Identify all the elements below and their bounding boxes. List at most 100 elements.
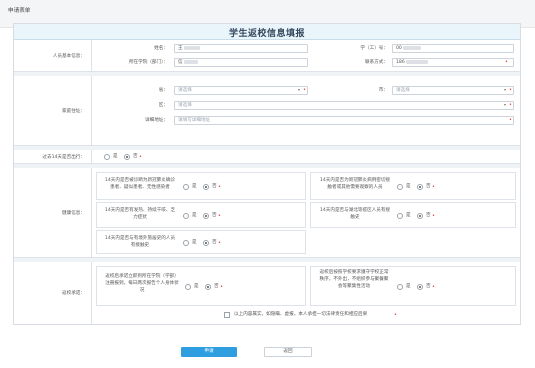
district-select[interactable]: 请选择	[174, 101, 514, 110]
travel-yes-label: 是	[113, 154, 118, 159]
travel-required-mark: •	[139, 154, 142, 160]
r2-yes-label: 是	[406, 284, 411, 289]
q1-yes-radio[interactable]	[183, 184, 189, 190]
travel-no-radio[interactable]	[124, 154, 130, 160]
health-question-1: 14天内是否被诊断为新冠肺炎确诊患者、疑似患者、无性感染者 是 否 •	[96, 172, 306, 200]
submit-button[interactable]: 申请	[181, 347, 237, 357]
return-commitment-label: 返校承诺：	[14, 262, 92, 324]
declaration-text: 以上内容属实，如隐瞒、虚报，本人承担一切法律责任和相应后果	[234, 312, 368, 317]
province-dropdown-icon: ▾	[298, 87, 301, 92]
q5-no-label: 否	[212, 240, 217, 245]
district-label: 区：	[158, 103, 168, 108]
travel-section: 过去14天是否出行： 是 否 •	[14, 150, 520, 164]
address-label: 家庭住址：	[14, 76, 92, 145]
q2-no-radio[interactable]	[417, 184, 423, 190]
q5-yes-radio[interactable]	[183, 240, 189, 246]
detail-required-mark: •	[509, 117, 512, 123]
city-dropdown-icon: ▾	[504, 87, 507, 92]
declaration-required-mark: •	[394, 312, 397, 318]
q4-text: 14天内是否与湖北等疫区人员有接触史	[319, 208, 391, 220]
phone-label: 联系方式：	[365, 60, 388, 65]
q1-no-radio[interactable]	[203, 184, 209, 190]
commitment-1: 返校后承诺立即到所在学院（学部）注册报到，每日两次报告个人身体状况 是 否 •	[96, 266, 306, 306]
r2-no-label: 否	[426, 284, 431, 289]
health-label: 健康信息：	[14, 168, 92, 257]
phone-value: 186	[396, 60, 405, 65]
q3-required-mark: •	[218, 213, 221, 219]
declaration-checkbox[interactable]	[224, 312, 230, 318]
college-value: 信	[178, 60, 183, 65]
travel-label: 过去14天是否出行：	[14, 150, 92, 163]
q2-required-mark: •	[432, 184, 435, 190]
student-id-value: 00	[396, 46, 402, 51]
q2-text: 14天内是否为新冠肺炎病例密切接触者或其他需要观察的人员	[319, 178, 391, 190]
r1-text: 返校后承诺立即到所在学院（学部）注册报到，每日两次报告个人身体状况	[105, 274, 179, 293]
q4-yes-radio[interactable]	[397, 213, 403, 219]
q5-required-mark: •	[218, 240, 221, 246]
health-question-2: 14天内是否为新冠肺炎病例密切接触者或其他需要观察的人员 是 否 •	[310, 172, 516, 200]
city-select[interactable]: 请选择	[392, 86, 514, 95]
application-form: 学生返校信息填报 人员基本信息： 姓名： 王 学（工）号： 00 所在学院（部门…	[13, 23, 521, 325]
college-label: 所在学院（部门）：	[128, 60, 168, 65]
form-title: 学生返校信息填报	[228, 29, 305, 39]
basic-info-label: 人员基本信息：	[14, 40, 92, 71]
address-section: 家庭住址： 省： 请选择 ▾ • 市： 请选择 ▾ • 区： 请选择 ▾ • 详…	[14, 76, 520, 146]
q5-no-radio[interactable]	[203, 240, 209, 246]
health-question-4: 14天内是否与湖北等疫区人员有接触史 是 否 •	[310, 202, 516, 228]
city-required-mark: •	[509, 87, 512, 93]
phone-field[interactable]: 186	[392, 58, 514, 67]
health-section: 健康信息： 14天内是否被诊断为新冠肺炎确诊患者、疑似患者、无性感染者 是 否 …	[14, 168, 520, 258]
r2-no-radio[interactable]	[417, 284, 423, 290]
college-field[interactable]: 信	[174, 58, 308, 67]
q3-yes-radio[interactable]	[183, 213, 189, 219]
q3-no-label: 否	[212, 213, 217, 218]
q4-yes-label: 是	[406, 213, 411, 218]
travel-no-label: 否	[133, 154, 138, 159]
q1-yes-label: 是	[192, 184, 197, 189]
r1-yes-label: 是	[194, 284, 199, 289]
college-redaction	[183, 59, 198, 64]
q4-required-mark: •	[432, 213, 435, 219]
detail-address-label: 详细地址：	[145, 118, 168, 123]
q3-text: 14天内是否有发热、持续干咳、乏力症状	[104, 208, 176, 220]
name-label: 姓名：	[154, 46, 168, 51]
form-title-bar: 学生返校信息填报	[14, 24, 520, 40]
phone-redaction	[405, 59, 428, 64]
health-question-5: 14天内是否与有境外旅居史的人员有接触史 是 否 •	[96, 230, 306, 254]
q4-no-radio[interactable]	[417, 213, 423, 219]
city-label: 市：	[378, 88, 388, 93]
name-value: 王	[178, 46, 183, 51]
q1-text: 14天内是否被诊断为新冠肺炎确诊患者、疑似患者、无性感染者	[104, 178, 176, 190]
province-label: 省：	[158, 88, 168, 93]
r1-no-radio[interactable]	[205, 284, 211, 290]
r2-yes-radio[interactable]	[397, 284, 403, 290]
travel-yes-radio[interactable]	[104, 154, 110, 160]
basic-info-section: 人员基本信息： 姓名： 王 学（工）号： 00 所在学院（部门）： 信 联系方式…	[14, 40, 520, 72]
return-commitment-section: 返校承诺： 返校后承诺立即到所在学院（学部）注册报到，每日两次报告个人身体状况 …	[14, 262, 520, 324]
r2-required-mark: •	[432, 284, 435, 290]
q2-yes-label: 是	[406, 184, 411, 189]
q5-text: 14天内是否与有境外旅居史的人员有接触史	[104, 236, 176, 248]
r1-required-mark: •	[220, 284, 223, 290]
province-required-mark: •	[303, 87, 306, 93]
district-required-mark: •	[509, 102, 512, 108]
r1-yes-radio[interactable]	[185, 284, 191, 290]
q2-no-label: 否	[426, 184, 431, 189]
q4-no-label: 否	[426, 213, 431, 218]
back-button[interactable]: 返回	[264, 347, 312, 357]
student-id-label: 学（工）号：	[360, 46, 388, 51]
detail-address-field[interactable]: 请填写详细地址	[174, 116, 514, 125]
student-id-field[interactable]: 00	[392, 44, 514, 53]
q3-no-radio[interactable]	[203, 213, 209, 219]
q5-yes-label: 是	[192, 240, 197, 245]
r2-text: 返校后按照学校要求遵守学校正常秩序，不外出，不组织参与聚餐聚会等聚集性活动	[319, 270, 389, 289]
q2-yes-radio[interactable]	[397, 184, 403, 190]
health-question-3: 14天内是否有发热、持续干咳、乏力症状 是 否 •	[96, 202, 306, 228]
name-field[interactable]: 王	[174, 44, 308, 53]
province-select[interactable]: 请选择	[174, 86, 308, 95]
name-redaction	[183, 45, 200, 50]
q1-no-label: 否	[212, 184, 217, 189]
district-dropdown-icon: ▾	[504, 102, 507, 107]
q1-required-mark: •	[218, 184, 221, 190]
q3-yes-label: 是	[192, 213, 197, 218]
